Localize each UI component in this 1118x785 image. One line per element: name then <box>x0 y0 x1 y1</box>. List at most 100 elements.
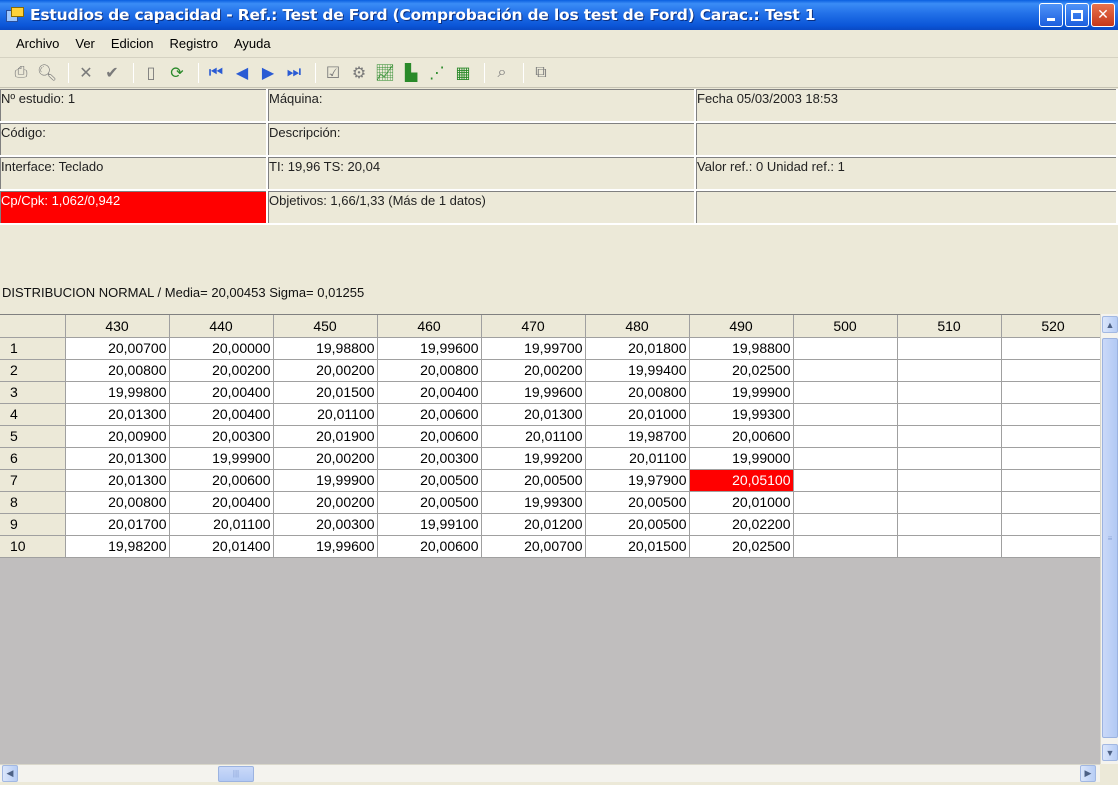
data-cell[interactable]: 19,97900 <box>585 469 690 492</box>
data-cell[interactable] <box>793 381 898 404</box>
row-header[interactable]: 3 <box>0 381 66 404</box>
data-cell[interactable]: 20,00600 <box>377 425 482 448</box>
data-cell[interactable]: 20,00400 <box>169 381 274 404</box>
data-cell[interactable]: 20,01100 <box>169 513 274 536</box>
data-cell[interactable]: 20,01100 <box>585 447 690 470</box>
data-cell[interactable]: 20,00800 <box>65 491 170 514</box>
data-cell[interactable]: 20,00200 <box>169 359 274 382</box>
data-cell[interactable]: 20,00300 <box>377 447 482 470</box>
data-cell[interactable] <box>1001 425 1106 448</box>
print-icon[interactable]: ⎙ <box>10 62 32 84</box>
data-cell[interactable]: 20,02500 <box>689 535 794 558</box>
confirm-icon[interactable]: ✔ <box>101 62 123 84</box>
data-cell[interactable] <box>793 403 898 426</box>
new-icon[interactable]: ▯ <box>140 62 162 84</box>
data-cell[interactable] <box>1001 359 1106 382</box>
data-cell[interactable]: 19,99900 <box>689 381 794 404</box>
next-record-icon[interactable]: ▶ <box>257 62 279 84</box>
data-cell[interactable] <box>793 447 898 470</box>
data-cell[interactable] <box>1001 491 1106 514</box>
row-header[interactable]: 5 <box>0 425 66 448</box>
delete-icon[interactable]: ✕ <box>75 62 97 84</box>
print-preview-icon[interactable]: 🔍︎ <box>36 62 58 84</box>
data-cell[interactable]: 19,99400 <box>585 359 690 382</box>
row-header[interactable]: 2 <box>0 359 66 382</box>
data-cell[interactable]: 20,00200 <box>481 359 586 382</box>
menu-archivo[interactable]: Archivo <box>8 36 67 51</box>
data-cell[interactable]: 19,99000 <box>689 447 794 470</box>
column-header[interactable]: 450 <box>273 315 378 338</box>
settings-icon[interactable]: ⚙ <box>348 62 370 84</box>
data-cell[interactable] <box>1001 447 1106 470</box>
data-cell[interactable] <box>1001 469 1106 492</box>
data-cell[interactable] <box>793 337 898 360</box>
export-icon[interactable]: ⧉ <box>530 62 552 84</box>
scroll-left-button[interactable]: ◀ <box>2 765 18 782</box>
run-chart-icon[interactable]: 📈︎ <box>374 62 396 84</box>
data-cell[interactable]: 19,98700 <box>585 425 690 448</box>
data-cell[interactable]: 19,99800 <box>65 381 170 404</box>
data-cell[interactable]: 20,00300 <box>169 425 274 448</box>
properties-icon[interactable]: ☑ <box>322 62 344 84</box>
vertical-scrollbar[interactable]: ▲ ≡ ▼ <box>1100 314 1118 764</box>
data-cell[interactable]: 20,00500 <box>377 469 482 492</box>
row-header[interactable]: 7 <box>0 469 66 492</box>
minimize-button[interactable] <box>1039 3 1063 27</box>
data-cell[interactable]: 20,02200 <box>689 513 794 536</box>
data-cell[interactable]: 20,00500 <box>481 469 586 492</box>
data-cell[interactable]: 20,01500 <box>273 381 378 404</box>
column-header[interactable]: 440 <box>169 315 274 338</box>
data-cell[interactable]: 20,02500 <box>689 359 794 382</box>
data-cell[interactable] <box>1001 535 1106 558</box>
data-cell[interactable]: 20,01000 <box>585 403 690 426</box>
data-cell[interactable]: 20,00300 <box>273 513 378 536</box>
title-bar[interactable]: Estudios de capacidad - Ref.: Test de Fo… <box>0 0 1118 30</box>
data-cell[interactable]: 19,99200 <box>481 447 586 470</box>
data-cell[interactable]: 20,00200 <box>273 447 378 470</box>
data-cell[interactable]: 20,00500 <box>585 491 690 514</box>
data-cell[interactable]: 20,05100 <box>689 469 794 492</box>
data-cell[interactable] <box>897 469 1002 492</box>
column-header[interactable]: 520 <box>1001 315 1106 338</box>
histogram-icon[interactable]: ▙ <box>400 62 422 84</box>
data-cell[interactable]: 19,99600 <box>481 381 586 404</box>
data-cell[interactable] <box>897 513 1002 536</box>
data-cell[interactable]: 19,99700 <box>481 337 586 360</box>
column-header[interactable]: 510 <box>897 315 1002 338</box>
data-cell[interactable]: 20,01400 <box>169 535 274 558</box>
previous-record-icon[interactable]: ◀ <box>231 62 253 84</box>
menu-ayuda[interactable]: Ayuda <box>226 36 279 51</box>
control-chart-icon[interactable]: ▦ <box>452 62 474 84</box>
data-cell[interactable]: 20,00700 <box>481 535 586 558</box>
data-cell[interactable] <box>1001 513 1106 536</box>
data-cell[interactable] <box>793 535 898 558</box>
data-cell[interactable] <box>897 535 1002 558</box>
data-cell[interactable]: 20,00200 <box>273 359 378 382</box>
data-cell[interactable] <box>1001 403 1106 426</box>
data-cell[interactable]: 20,01300 <box>65 403 170 426</box>
menu-registro[interactable]: Registro <box>162 36 226 51</box>
column-header[interactable]: 470 <box>481 315 586 338</box>
row-header[interactable]: 9 <box>0 513 66 536</box>
data-cell[interactable]: 19,99100 <box>377 513 482 536</box>
column-header[interactable]: 480 <box>585 315 690 338</box>
data-cell[interactable]: 19,99600 <box>273 535 378 558</box>
data-cell[interactable] <box>897 447 1002 470</box>
vertical-scroll-thumb[interactable]: ≡ <box>1102 338 1118 738</box>
data-cell[interactable]: 20,00200 <box>273 491 378 514</box>
menu-ver[interactable]: Ver <box>67 36 103 51</box>
data-cell[interactable]: 20,01100 <box>273 403 378 426</box>
data-cell[interactable] <box>897 491 1002 514</box>
row-header[interactable]: 4 <box>0 403 66 426</box>
row-header[interactable]: 10 <box>0 535 66 558</box>
data-cell[interactable]: 19,99300 <box>481 491 586 514</box>
scatter-chart-icon[interactable]: ⋰ <box>426 62 448 84</box>
data-grid[interactable]: 430 440 450 460 470 480 490 500 510 520 1 20,00700… <box>0 314 1118 764</box>
data-cell[interactable]: 20,00500 <box>585 513 690 536</box>
data-cell[interactable]: 20,00600 <box>377 403 482 426</box>
data-cell[interactable] <box>897 381 1002 404</box>
refresh-icon[interactable]: ⟳ <box>166 62 188 84</box>
data-cell[interactable]: 19,98800 <box>689 337 794 360</box>
data-cell[interactable] <box>1001 381 1106 404</box>
maximize-button[interactable] <box>1065 3 1089 27</box>
